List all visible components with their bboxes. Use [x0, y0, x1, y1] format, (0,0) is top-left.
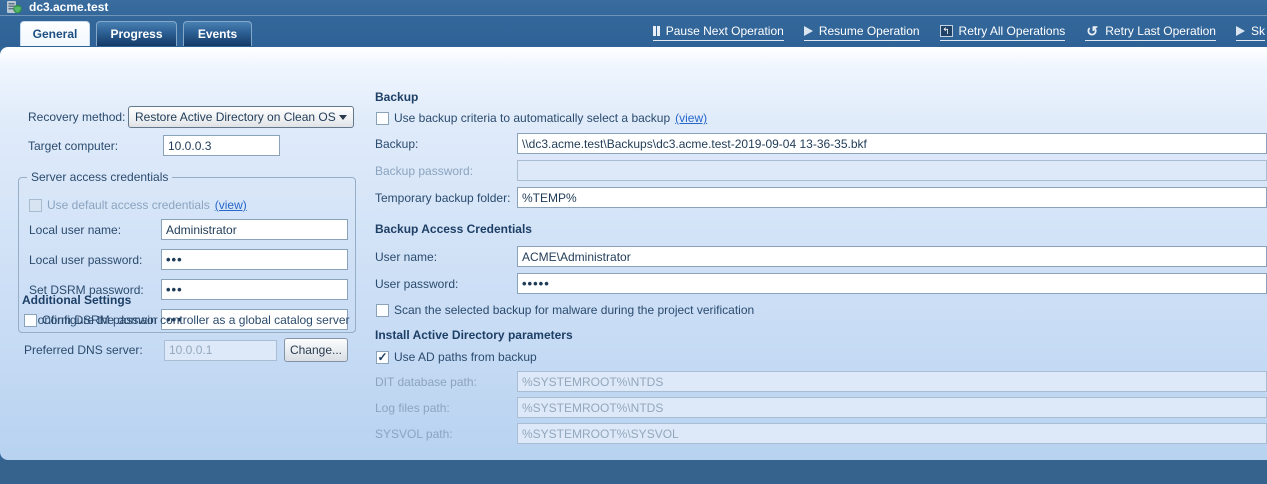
view-backup-criteria-link[interactable]: (view): [675, 111, 707, 125]
tab-events[interactable]: Events: [183, 21, 252, 46]
backup-password-row: Backup password:: [375, 160, 1267, 181]
additional-settings-heading: Additional Settings: [22, 293, 131, 307]
use-ad-paths-checkbox[interactable]: [376, 351, 389, 364]
scan-malware-checkbox[interactable]: [376, 304, 389, 317]
recovery-method-dropdown[interactable]: Restore Active Directory on Clean OS: [128, 106, 354, 128]
use-ad-paths-row: Use AD paths from backup: [376, 350, 537, 364]
local-user-password-input[interactable]: [161, 249, 348, 270]
general-tab-panel: Recovery method: Restore Active Director…: [0, 47, 1267, 460]
temporary-backup-folder-label: Temporary backup folder:: [375, 191, 517, 205]
retry-last-icon: [1085, 24, 1099, 38]
global-catalog-checkbox[interactable]: [24, 314, 37, 327]
title-bar: dc3.acme.test: [0, 0, 1267, 15]
preferred-dns-row: Preferred DNS server: Change...: [24, 338, 350, 362]
backup-user-name-row: User name:: [375, 246, 1267, 267]
backup-row: Backup:: [375, 133, 1267, 154]
backup-criteria-checkbox[interactable]: [376, 112, 389, 125]
bottom-status-bar: [0, 460, 1267, 484]
domain-controller-icon: [7, 1, 22, 14]
window-header: dc3.acme.test General Progress Events Pa…: [0, 0, 1267, 47]
log-files-path-row: Log files path:: [375, 397, 1267, 418]
dit-database-path-input: [517, 371, 1267, 392]
titlebar-separator: [0, 15, 1267, 16]
backup-user-password-row: User password:: [375, 273, 1267, 294]
sysvol-path-label: SYSVOL path:: [375, 427, 517, 441]
recovery-method-value: Restore Active Directory on Clean OS: [135, 110, 336, 124]
server-access-credentials-group: Server access credentials Use default ac…: [18, 170, 356, 333]
sysvol-path-input: [517, 423, 1267, 444]
target-computer-input[interactable]: [163, 135, 280, 156]
pause-icon: [653, 26, 660, 36]
use-default-credentials-label: Use default access credentials: [47, 198, 210, 212]
backup-label: Backup:: [375, 137, 517, 151]
set-dsrm-password-input[interactable]: [161, 279, 348, 300]
backup-password-label: Backup password:: [375, 164, 517, 178]
target-computer-row: Target computer:: [28, 135, 354, 156]
backup-path-input[interactable]: [517, 133, 1267, 154]
use-ad-paths-label: Use AD paths from backup: [394, 350, 537, 364]
install-ad-parameters-heading: Install Active Directory parameters: [375, 328, 573, 342]
log-files-path-label: Log files path:: [375, 401, 517, 415]
global-catalog-row: Configure the domain controller as a glo…: [24, 313, 350, 327]
target-computer-label: Target computer:: [28, 139, 163, 153]
server-access-credentials-title: Server access credentials: [27, 170, 172, 184]
local-user-name-row: Local user name:: [29, 219, 348, 240]
retry-last-operation-button[interactable]: Retry Last Operation: [1085, 24, 1216, 41]
local-user-name-input[interactable]: [161, 219, 348, 240]
play-icon: [804, 26, 813, 36]
backup-user-name-input[interactable]: [517, 246, 1267, 267]
temporary-backup-folder-row: Temporary backup folder:: [375, 187, 1267, 208]
backup-criteria-row: Use backup criteria to automatically sel…: [376, 111, 707, 125]
local-user-password-label: Local user password:: [29, 253, 161, 267]
scan-malware-row: Scan the selected backup for malware dur…: [376, 303, 754, 317]
view-default-credentials-link[interactable]: (view): [215, 198, 247, 212]
scan-malware-label: Scan the selected backup for malware dur…: [394, 303, 754, 317]
change-dns-button[interactable]: Change...: [284, 338, 348, 362]
preferred-dns-label: Preferred DNS server:: [24, 343, 164, 357]
backup-password-input: [517, 160, 1267, 181]
tab-progress[interactable]: Progress: [96, 21, 177, 46]
sysvol-path-row: SYSVOL path:: [375, 423, 1267, 444]
backup-heading: Backup: [375, 90, 418, 104]
window-title: dc3.acme.test: [29, 0, 108, 15]
tab-strip: General Progress Events: [20, 21, 252, 46]
retry-all-operations-button[interactable]: Retry All Operations: [940, 24, 1066, 41]
dit-database-path-row: DIT database path:: [375, 371, 1267, 392]
resume-operation-button[interactable]: Resume Operation: [804, 24, 920, 41]
temporary-backup-folder-input[interactable]: [517, 187, 1267, 208]
operations-toolbar: Pause Next Operation Resume Operation Re…: [653, 24, 1265, 41]
global-catalog-label: Configure the domain controller as a glo…: [42, 313, 350, 327]
backup-criteria-label: Use backup criteria to automatically sel…: [394, 111, 670, 125]
pause-next-operation-button[interactable]: Pause Next Operation: [653, 24, 784, 41]
backup-user-password-input[interactable]: [517, 273, 1267, 294]
use-default-credentials-row: Use default access credentials (view): [29, 198, 247, 212]
skip-icon: [1236, 26, 1245, 36]
chevron-down-icon: [339, 115, 347, 120]
skip-operation-button[interactable]: Sk: [1236, 24, 1265, 41]
recovery-method-label: Recovery method:: [28, 110, 128, 124]
backup-user-password-label: User password:: [375, 277, 517, 291]
local-user-password-row: Local user password:: [29, 249, 348, 270]
retry-all-icon: [940, 25, 953, 37]
local-user-name-label: Local user name:: [29, 223, 161, 237]
recovery-method-row: Recovery method: Restore Active Director…: [28, 106, 354, 128]
backup-access-credentials-heading: Backup Access Credentials: [375, 222, 532, 236]
backup-user-name-label: User name:: [375, 250, 517, 264]
dit-database-path-label: DIT database path:: [375, 375, 517, 389]
tab-general[interactable]: General: [20, 21, 90, 46]
preferred-dns-input: [164, 340, 277, 361]
use-default-credentials-checkbox[interactable]: [29, 199, 42, 212]
log-files-path-input: [517, 397, 1267, 418]
